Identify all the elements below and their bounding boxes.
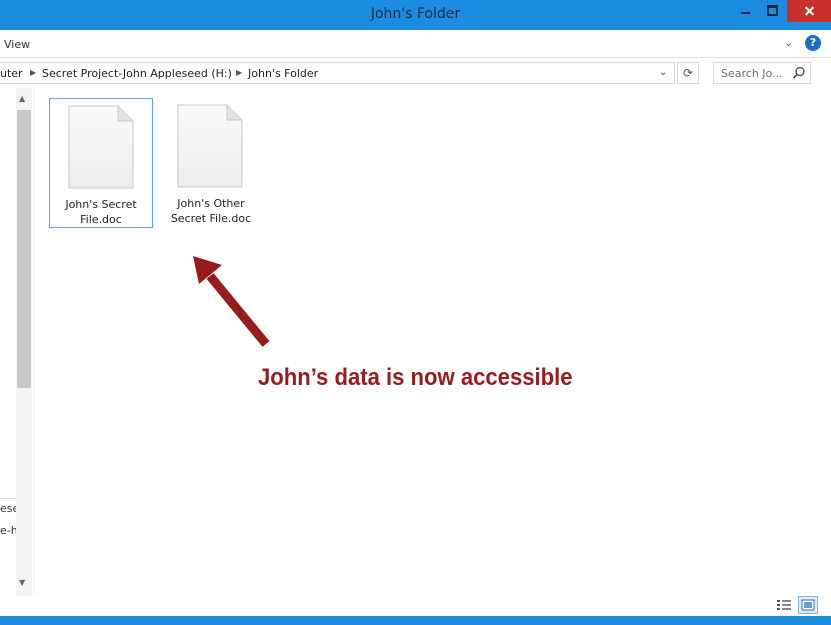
scroll-down-icon[interactable]: ▼	[19, 578, 25, 587]
file-view: ese e-h ▲ ▼ John's Secret File.doc John'…	[0, 88, 822, 616]
close-button[interactable]	[787, 0, 831, 22]
breadcrumb-drive[interactable]: Secret Project-John Appleseed (H:)	[42, 67, 232, 80]
ribbon: View ⌄ ?	[0, 30, 831, 58]
nav-divider	[0, 498, 16, 499]
search-input[interactable]: Search Jo...	[713, 62, 811, 84]
document-icon	[68, 105, 134, 189]
chevron-right-icon[interactable]: ▶	[30, 68, 36, 77]
address-row: uter ▶ Secret Project-John Appleseed (H:…	[0, 58, 831, 88]
status-bar	[0, 596, 822, 616]
scroll-up-icon[interactable]: ▲	[19, 94, 25, 103]
annotation-arrow	[193, 256, 270, 347]
address-dropdown-icon[interactable]: ⌄	[659, 67, 667, 78]
file-name: John's Other Secret File.doc	[170, 197, 252, 225]
address-bar[interactable]: uter ▶ Secret Project-John Appleseed (H:…	[0, 62, 675, 84]
breadcrumb-computer[interactable]: uter	[0, 67, 23, 80]
large-icons-view-button[interactable]	[798, 596, 818, 614]
document-icon	[177, 104, 243, 188]
large-icons-view-icon	[801, 599, 815, 611]
help-icon[interactable]: ?	[805, 35, 821, 51]
nav-item[interactable]: e-h	[0, 524, 16, 537]
file-item[interactable]: John's Secret File.doc	[49, 98, 153, 228]
tab-view[interactable]: View	[4, 38, 30, 51]
search-placeholder: Search Jo...	[721, 67, 783, 80]
nav-item[interactable]: ese	[0, 502, 16, 515]
right-edge	[822, 88, 831, 616]
annotation-text: John’s data is now accessible	[258, 364, 573, 391]
window-border	[0, 616, 831, 625]
nav-scrollbar[interactable]: ▲ ▼	[16, 88, 32, 596]
breadcrumb-folder[interactable]: John's Folder	[248, 67, 318, 80]
file-item[interactable]: John's Other Secret File.doc	[159, 98, 263, 228]
title-bar: John's Folder	[0, 0, 831, 30]
minimize-button[interactable]	[733, 0, 759, 22]
search-icon[interactable]	[792, 66, 806, 80]
navigation-pane: ese e-h ▲ ▼	[0, 88, 35, 596]
window-title: John's Folder	[370, 6, 461, 22]
chevron-down-icon[interactable]: ⌄	[784, 36, 793, 49]
maximize-button[interactable]	[759, 0, 787, 22]
file-name: John's Secret File.doc	[65, 198, 137, 226]
chevron-right-icon[interactable]: ▶	[236, 68, 242, 77]
scroll-thumb[interactable]	[17, 110, 31, 388]
details-view-icon[interactable]	[776, 598, 792, 612]
refresh-button[interactable]: ⟳	[677, 62, 699, 84]
